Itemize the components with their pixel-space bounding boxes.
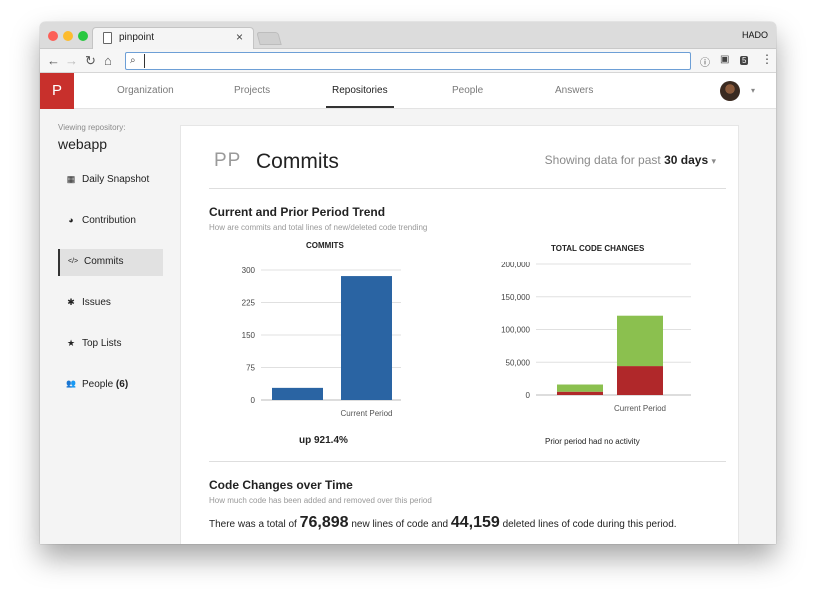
address-input[interactable] (144, 54, 684, 68)
code-icon: </> (68, 258, 79, 265)
zoom-window-button[interactable] (78, 31, 88, 41)
code-changes-chart-title: TOTAL CODE CHANGES (551, 244, 645, 253)
browser-window: pinpoint × HADO ← → ↻ ⌂ ⌕ ⓘ ▣ 5 ⋮ P Orga… (40, 22, 776, 544)
search-icon: ⌕ (130, 55, 136, 66)
bar-segment[interactable] (617, 315, 663, 367)
nav-projects[interactable]: Projects (234, 85, 270, 96)
account-menu-caret-icon[interactable]: ▾ (751, 86, 755, 95)
avatar[interactable] (720, 81, 740, 101)
calendar-icon: ▦ (66, 174, 76, 184)
tab-strip: pinpoint × HADO (40, 22, 776, 49)
home-icon[interactable]: ⌂ (104, 53, 112, 69)
address-bar[interactable]: ⌕ (125, 52, 691, 70)
sidebar-item-top-lists[interactable]: ★ Top Lists (58, 331, 163, 358)
added-lines-count: 76,898 (299, 514, 349, 531)
summary-text-3: deleted lines of code during this period… (502, 519, 677, 530)
nav-answers[interactable]: Answers (555, 85, 593, 96)
app-logo[interactable]: P (40, 73, 74, 109)
app-header: P Organization Projects Repositories Peo… (40, 73, 776, 109)
repo-name[interactable]: webapp (58, 136, 107, 152)
browser-profile-name[interactable]: HADO (742, 30, 768, 40)
divider (209, 461, 726, 462)
y-tick-label: 300 (242, 266, 256, 275)
bar-segment[interactable] (557, 384, 603, 392)
sidebar-item-label: Daily Snapshot (82, 174, 150, 185)
reload-icon[interactable]: ↻ (85, 53, 96, 69)
summary-text-2: new lines of code and (351, 519, 449, 530)
sidebar-item-label: People (82, 379, 114, 390)
sidebar-item-label: Contribution (82, 215, 136, 226)
page-body: Viewing repository: webapp ▦ Daily Snaps… (40, 109, 776, 544)
nav-organization[interactable]: Organization (117, 85, 174, 96)
nav-people[interactable]: People (452, 85, 483, 96)
close-window-button[interactable] (48, 31, 58, 41)
sidebar-item-daily-snapshot[interactable]: ▦ Daily Snapshot (58, 167, 163, 194)
extension-icon[interactable]: ▣ (720, 54, 729, 65)
people-count: (6) (115, 379, 129, 390)
extension-badge[interactable]: 5 (740, 56, 749, 65)
y-tick-label: 50,000 (506, 358, 531, 367)
trend-section-subtitle: How are commits and total lines of new/d… (209, 223, 428, 232)
period-prefix: Showing data for past (544, 153, 661, 167)
tab-title: pinpoint (119, 32, 155, 43)
changes-summary: There was a total of 76,898 new lines of… (209, 514, 677, 532)
tab-close-icon[interactable]: × (236, 30, 243, 44)
sidebar-item-contribution[interactable]: ◕ Contribution (58, 208, 163, 235)
y-tick-label: 200,000 (501, 262, 530, 269)
users-icon: 👥 (66, 379, 76, 388)
bar-segment[interactable] (617, 366, 663, 395)
new-tab-button[interactable] (256, 32, 282, 45)
bar[interactable] (272, 387, 323, 400)
browser-toolbar: ← → ↻ ⌂ ⌕ ⓘ ▣ 5 ⋮ (40, 49, 776, 73)
page-icon (103, 32, 112, 44)
x-tick-label: Current Period (340, 409, 392, 418)
page-badge: PP (214, 150, 242, 171)
main-panel: PP Commits Showing data for past 30 days… (180, 125, 739, 544)
commits-change-stat: up 921.4% (299, 435, 348, 446)
sidebar-item-label: Top Lists (82, 338, 122, 349)
forward-icon[interactable]: → (65, 53, 78, 69)
browser-menu-icon[interactable]: ⋮ (761, 52, 773, 66)
summary-text-1: There was a total of (209, 519, 297, 530)
viewing-label: Viewing repository: (58, 123, 126, 132)
y-tick-label: 75 (246, 364, 255, 373)
changes-section-subtitle: How much code has been added and removed… (209, 496, 432, 505)
bug-icon: ✱ (67, 297, 75, 307)
period-value: 30 days (664, 153, 709, 167)
code-changes-chart: 0 50,000 100,000 150,000 200,000 Current Peri… (501, 262, 691, 413)
sidebar-item-issues[interactable]: ✱ Issues (58, 290, 163, 317)
star-icon: ★ (66, 338, 76, 348)
page-title: Commits (256, 150, 339, 173)
y-tick-label: 150,000 (501, 293, 530, 302)
y-tick-label: 0 (526, 391, 531, 400)
divider (209, 188, 726, 189)
y-tick-label: 100,000 (501, 326, 530, 335)
commits-chart-title: COMMITS (306, 241, 344, 250)
sidebar-item-label: Commits (84, 256, 124, 267)
browser-tab[interactable]: pinpoint × (92, 27, 254, 49)
y-tick-label: 225 (242, 299, 256, 308)
commits-chart: 0 75 150 225 300 Current Period (242, 266, 401, 418)
trend-section-title: Current and Prior Period Trend (209, 205, 386, 219)
bar[interactable] (341, 276, 392, 400)
bar-segment[interactable] (557, 391, 603, 395)
period-selector[interactable]: Showing data for past 30 days ▾ (545, 153, 716, 167)
site-info-icon[interactable]: ⓘ (700, 54, 710, 69)
chevron-down-icon: ▾ (711, 156, 716, 166)
nav-repositories[interactable]: Repositories (332, 85, 388, 96)
x-tick-label: Current Period (614, 404, 666, 413)
deleted-lines-count: 44,159 (450, 514, 500, 531)
y-tick-label: 0 (251, 396, 256, 405)
code-changes-note: Prior period had no activity (545, 437, 640, 446)
changes-section-title: Code Changes over Time (209, 478, 353, 492)
sidebar-item-commits[interactable]: </> Commits (58, 249, 163, 276)
sidebar-item-label: Issues (82, 297, 111, 308)
sidebar-item-people[interactable]: 👥 People (6) (58, 372, 163, 399)
minimize-window-button[interactable] (63, 31, 73, 41)
active-nav-indicator (326, 106, 394, 108)
y-tick-label: 150 (242, 331, 256, 340)
sidebar-item-label-group: People (6) (82, 379, 128, 390)
back-icon[interactable]: ← (47, 53, 60, 69)
pie-chart-icon: ◕ (68, 215, 74, 225)
